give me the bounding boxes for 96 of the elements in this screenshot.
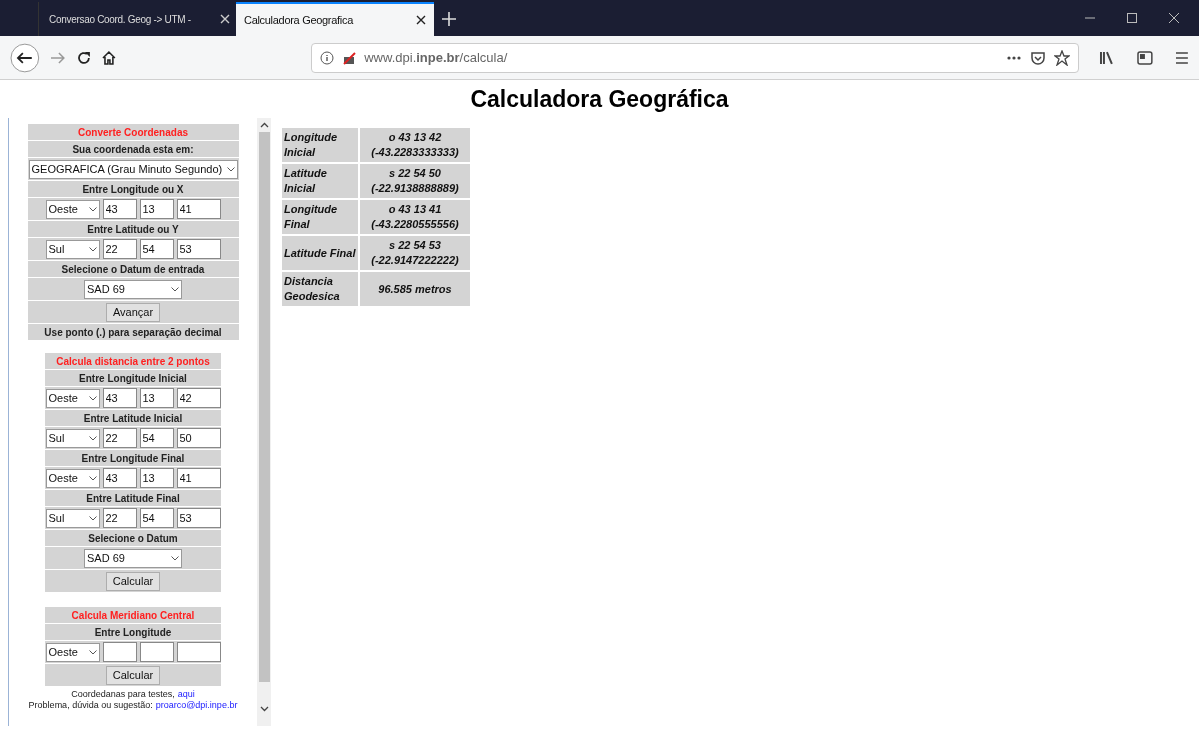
dropdown[interactable]: Sul — [45, 239, 100, 259]
input-field[interactable]: 50 — [176, 428, 221, 448]
input-field[interactable] — [176, 642, 221, 662]
footer-text: Coordedanas para testes, — [71, 689, 175, 700]
field-label: Entre Longitude Inicial — [79, 371, 187, 386]
result-label: Distancia Geodesica — [282, 272, 358, 306]
sidebar-icon[interactable] — [1137, 50, 1154, 65]
input-field[interactable]: 13 — [139, 468, 174, 488]
chevron-icon — [226, 166, 235, 172]
dropdown[interactable]: Sul — [45, 508, 100, 528]
result-value: s 22 54 50 (-22.9138888889) — [360, 164, 470, 198]
input-field[interactable]: 42 — [176, 388, 221, 408]
browser-tab[interactable]: Calculadora Geografica — [236, 2, 434, 36]
chevron-icon — [88, 475, 97, 481]
submit-button[interactable]: Calcular — [105, 665, 161, 685]
field-label: Entre Longitude ou X — [82, 182, 184, 197]
scroll-up-icon[interactable] — [259, 122, 269, 128]
star-icon[interactable] — [1054, 49, 1071, 66]
result-value: 96.585 metros — [360, 272, 470, 306]
input-field[interactable] — [139, 642, 174, 662]
input-field[interactable]: 54 — [139, 508, 174, 528]
home-icon[interactable] — [101, 49, 118, 66]
chevron-icon — [88, 515, 97, 521]
link[interactable]: aqui — [177, 689, 195, 700]
result-value: o 43 13 41 (-43.2280555556) — [360, 200, 470, 234]
chevron-icon — [88, 435, 97, 441]
close-icon[interactable] — [1169, 13, 1179, 23]
field-label: Entre Latitude ou Y — [87, 222, 179, 237]
result-label: Latitude Inicial — [282, 164, 358, 198]
field-label: Use ponto (.) para separação decimal — [44, 325, 222, 340]
footer-text: Problema, dúvida ou sugestão: — [28, 700, 153, 711]
chevron-icon — [171, 286, 179, 292]
field-label: Entre Longitude Final — [81, 451, 185, 466]
section-heading: Calcula Meridiano Central — [71, 608, 195, 623]
pocket-icon[interactable] — [1030, 49, 1047, 66]
dropdown[interactable]: SAD 69 — [84, 279, 182, 299]
chevron-icon — [88, 649, 97, 655]
maximize-icon[interactable] — [1127, 13, 1137, 23]
scroll-down-icon[interactable] — [259, 706, 269, 712]
info-icon — [320, 50, 335, 65]
result-label: Latitude Final — [282, 236, 358, 270]
back-icon[interactable] — [10, 42, 40, 73]
dropdown[interactable]: Sul — [45, 428, 100, 448]
result-value: s 22 54 53 (-22.9147222222) — [360, 236, 470, 270]
input-field[interactable]: 53 — [176, 508, 221, 528]
scrollbar[interactable] — [257, 118, 271, 726]
input-field[interactable]: 53 — [176, 239, 221, 259]
input-field[interactable]: 22 — [102, 428, 137, 448]
field-label: Entre Latitude Inicial — [83, 411, 183, 426]
close-icon[interactable] — [416, 15, 426, 25]
result-label: Longitude Inicial — [282, 128, 358, 162]
input-field[interactable]: 43 — [102, 199, 137, 219]
reload-icon[interactable] — [75, 49, 92, 66]
scrollbar-thumb[interactable] — [258, 132, 270, 682]
field-label: Sua coordenada esta em: — [72, 142, 194, 157]
submit-button[interactable]: Avançar — [105, 302, 161, 322]
page-title: Calculadora Geográfica — [469, 85, 730, 114]
field-label: Selecione o Datum de entrada — [61, 262, 205, 277]
section-heading: Calcula distancia entre 2 pontos — [56, 354, 210, 369]
more-icon[interactable] — [1006, 54, 1023, 61]
url-text: www.dpi.inpe.br/calcula/ — [364, 48, 508, 67]
chevron-icon — [171, 555, 179, 561]
result-value: o 43 13 42 (-43.2283333333) — [360, 128, 470, 162]
input-field[interactable]: 43 — [102, 468, 137, 488]
dropdown[interactable]: Oeste — [45, 642, 100, 662]
field-label: Entre Latitude Final — [86, 491, 180, 506]
input-field[interactable]: 54 — [139, 428, 174, 448]
link[interactable]: proarco@dpi.inpe.br — [155, 700, 238, 711]
dropdown[interactable]: Oeste — [45, 199, 100, 219]
input-field[interactable]: 13 — [139, 388, 174, 408]
section-heading: Converte Coordenadas — [78, 125, 188, 140]
input-field[interactable]: 54 — [139, 239, 174, 259]
input-field[interactable]: 22 — [102, 508, 137, 528]
insecure-lock-icon — [342, 50, 357, 65]
address-bar[interactable]: www.dpi.inpe.br/calcula/ — [311, 42, 1080, 73]
chevron-icon — [88, 246, 97, 252]
dropdown[interactable]: GEOGRAFICA (Grau Minuto Segundo) — [28, 159, 238, 179]
input-field[interactable]: 41 — [176, 199, 221, 219]
result-label: Longitude Final — [282, 200, 358, 234]
dropdown[interactable]: SAD 69 — [84, 548, 182, 568]
input-field[interactable]: 13 — [139, 199, 174, 219]
forward-icon[interactable] — [49, 50, 66, 65]
input-field[interactable]: 41 — [176, 468, 221, 488]
field-label: Selecione o Datum — [88, 531, 178, 546]
menu-icon[interactable] — [1175, 51, 1190, 64]
input-field[interactable]: 43 — [102, 388, 137, 408]
chevron-icon — [88, 206, 97, 212]
dropdown[interactable]: Oeste — [45, 388, 100, 408]
chevron-icon — [88, 395, 97, 401]
input-field[interactable] — [102, 642, 137, 662]
new-tab-icon[interactable] — [442, 12, 456, 26]
library-icon[interactable] — [1099, 50, 1116, 65]
input-field[interactable]: 22 — [102, 239, 137, 259]
dropdown[interactable]: Oeste — [45, 468, 100, 488]
submit-button[interactable]: Calcular — [105, 571, 161, 591]
field-label: Entre Longitude — [94, 625, 172, 640]
